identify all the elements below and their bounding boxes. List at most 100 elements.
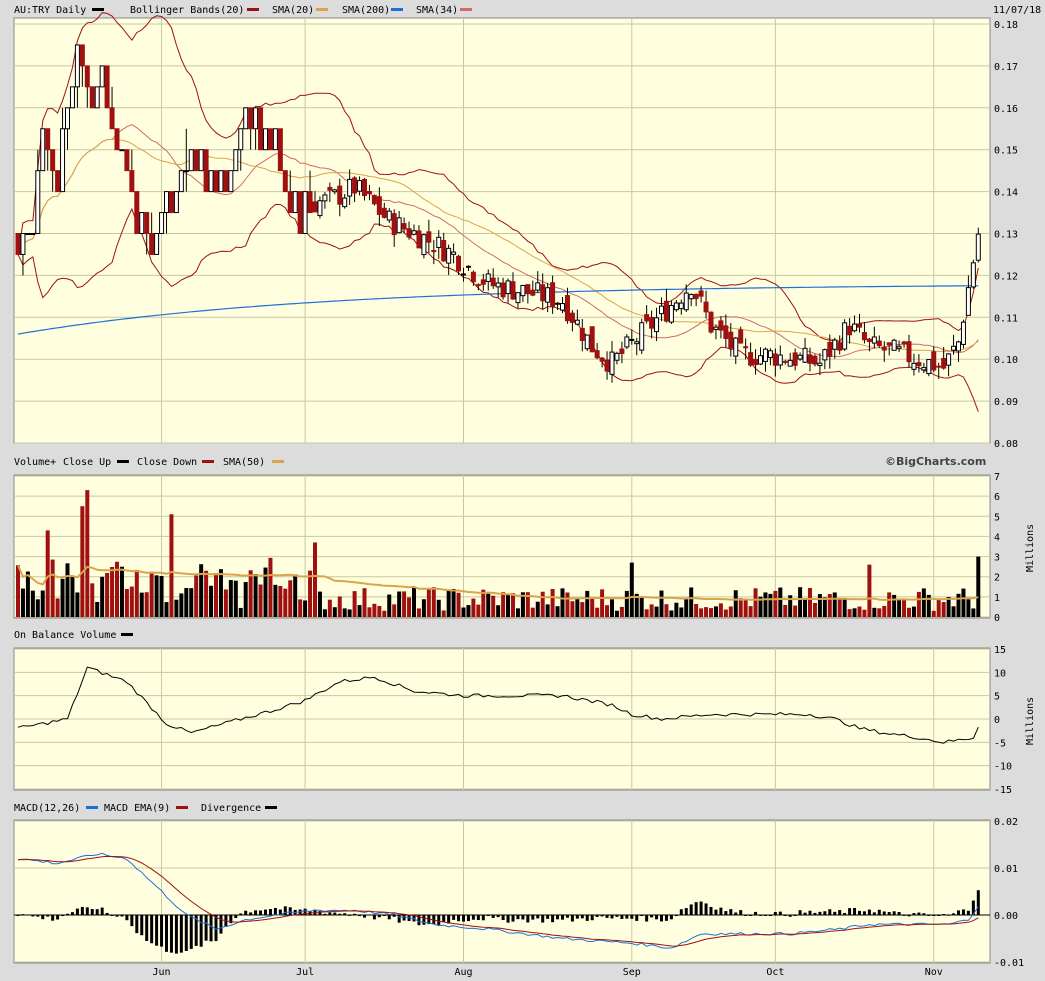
candle-body [772, 353, 778, 366]
volume-bar [60, 578, 65, 617]
divergence-bar [749, 915, 753, 916]
candle-body [782, 360, 788, 363]
volume-bar [357, 605, 362, 617]
candle-body [946, 353, 952, 366]
divergence-bar [95, 909, 99, 915]
divergence-bar [150, 915, 154, 944]
volume-bar [129, 586, 134, 617]
divergence-bar [773, 912, 777, 915]
y-tick-label: -10 [994, 762, 1012, 773]
legend-sma200: SMA(200) [342, 5, 390, 16]
y-tick-label: 10 [994, 668, 1006, 679]
volume-bar [560, 588, 565, 617]
volume-bar [659, 590, 664, 617]
divergence-bar [818, 911, 822, 915]
divergence-bar [793, 915, 797, 916]
divergence-bar [219, 915, 223, 934]
candle-body [649, 316, 655, 329]
divergence-bar [259, 910, 263, 915]
volume-bar [347, 609, 352, 617]
legend-sma20-swatch [316, 8, 328, 11]
divergence-bar [476, 915, 480, 921]
divergence-bar [481, 915, 485, 921]
candle-body [396, 217, 402, 234]
candle-body [753, 358, 759, 366]
candle-body [223, 170, 229, 193]
candle-body [337, 185, 343, 205]
candle-body [525, 284, 531, 295]
candle-body [560, 303, 565, 311]
divergence-bar [645, 915, 649, 922]
divergence-bar [462, 915, 465, 922]
candle-body [495, 282, 501, 288]
divergence-bar [323, 913, 327, 915]
candle-body [485, 273, 491, 282]
volume-bar [629, 562, 634, 617]
candle-body [178, 170, 184, 193]
volume-bar [941, 602, 946, 617]
divergence-bar [135, 915, 139, 934]
divergence-bar [486, 915, 490, 917]
divergence-bar [887, 912, 891, 915]
candle-body [906, 341, 912, 363]
volume-bar [144, 592, 149, 617]
x-tick-label: Nov [925, 967, 943, 978]
candle-body [297, 191, 303, 235]
divergence-bar [932, 915, 936, 916]
volume-bar [105, 572, 110, 617]
volume-bar [258, 584, 263, 617]
candle-body [614, 352, 620, 361]
volume-bar [902, 598, 907, 617]
candle-body [896, 345, 902, 349]
candle-body [272, 128, 278, 151]
volume-bar [610, 599, 614, 617]
divergence-bar [570, 915, 574, 922]
divergence-bar [100, 907, 104, 915]
volume-bar [847, 609, 852, 617]
y-tick-label: 0.14 [994, 188, 1018, 199]
volume-bar [605, 605, 610, 617]
candle-body [926, 359, 932, 375]
divergence-bar [620, 915, 624, 919]
legend-macd-ema-swatch [176, 806, 188, 809]
candle-body [164, 191, 169, 214]
divergence-bar [328, 912, 332, 915]
candle-body [65, 107, 70, 130]
y-tick-label: 0.11 [994, 313, 1018, 324]
candle-body [861, 332, 867, 341]
divergence-bar [125, 915, 129, 921]
volume-bar [392, 604, 397, 617]
y-tick-label: 0.12 [994, 271, 1018, 282]
volume-bar [946, 597, 951, 617]
divergence-bar [650, 915, 654, 918]
divergence-bar [179, 915, 183, 953]
candle-body [545, 287, 551, 303]
volume-bar [194, 575, 199, 617]
candle-body [114, 128, 120, 151]
volume-bar [768, 593, 773, 617]
volume-bar [268, 557, 273, 617]
volume-bar [679, 607, 684, 617]
divergence-bar [41, 915, 45, 920]
candle-body [183, 170, 189, 173]
divergence-bar [516, 915, 520, 920]
volume-bar [590, 598, 595, 617]
candle-body [693, 293, 699, 300]
volume-bar [377, 605, 382, 617]
divergence-bar [729, 909, 733, 915]
y-tick-label: 0.00 [994, 911, 1018, 922]
y-tick-label: 0 [994, 613, 1000, 624]
candle-body [540, 284, 546, 302]
volume-bar [619, 606, 624, 617]
divergence-bar [31, 915, 35, 917]
volume-bar [600, 589, 605, 617]
divergence-bar [367, 914, 371, 916]
volume-bar [407, 597, 412, 617]
divergence-bar [684, 908, 688, 915]
y-tick-label: 0.02 [994, 817, 1018, 828]
divergence-bar [348, 914, 352, 916]
divergence-bar [377, 915, 381, 918]
candle-body [535, 282, 541, 291]
divergence-bar [511, 915, 515, 922]
candle-body [866, 338, 872, 342]
